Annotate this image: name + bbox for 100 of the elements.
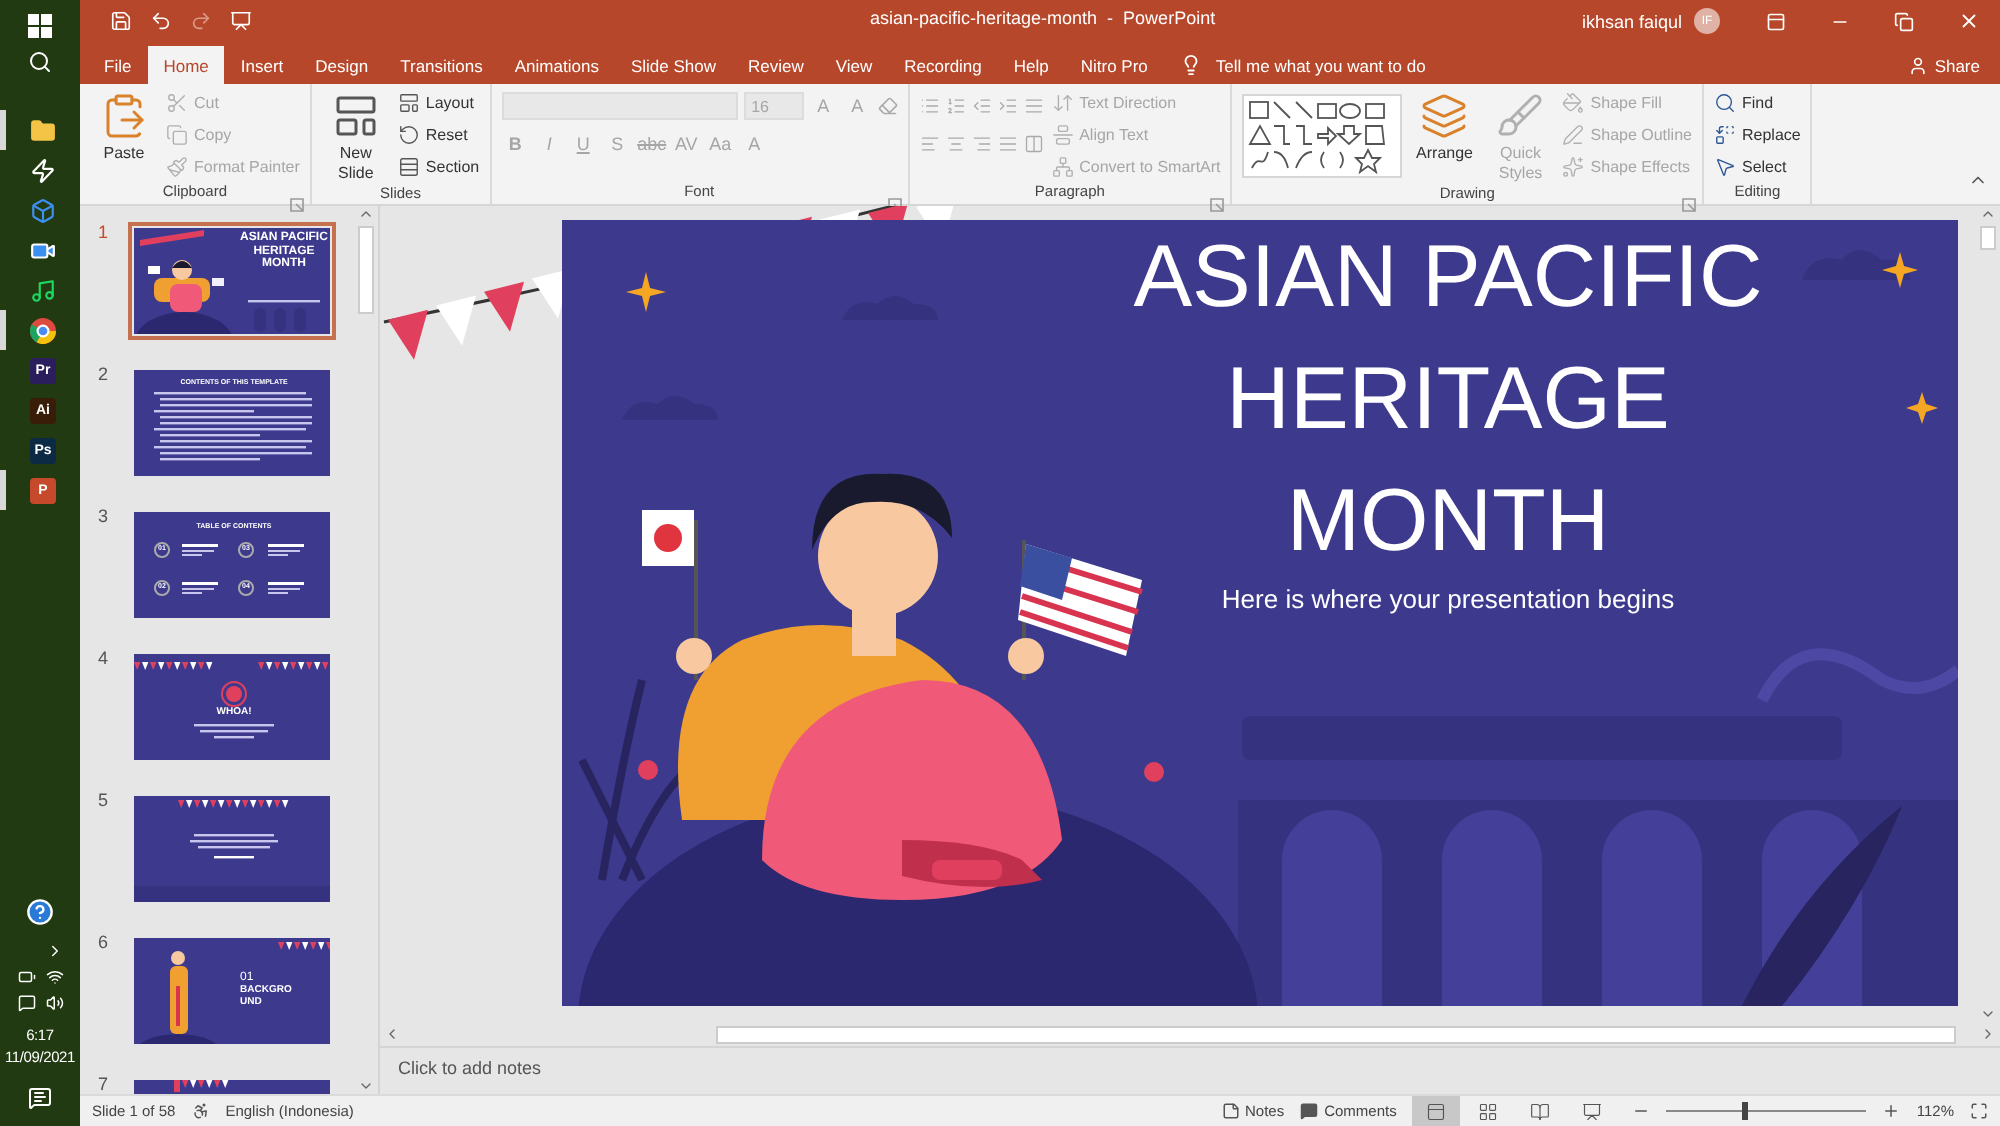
scroll-up-icon[interactable] — [358, 206, 374, 222]
slide-number: 1 — [96, 222, 111, 246]
close-icon — [1957, 10, 1979, 32]
tell-me-field[interactable]: Tell me what you want to do — [1211, 53, 1512, 77]
view-button[interactable] — [1412, 1096, 1461, 1126]
ribbon-button[interactable]: Arrange — [1410, 88, 1479, 164]
box-icon[interactable] — [30, 197, 56, 223]
numbering-icon — [945, 96, 966, 116]
browser-icon[interactable] — [30, 317, 56, 343]
indent-decrease-icon — [971, 96, 992, 116]
slide-number: 2 — [96, 364, 111, 388]
align-left-icon — [919, 134, 940, 154]
scroll-down-icon[interactable] — [358, 1078, 374, 1094]
brush-icon — [1496, 92, 1545, 140]
text-line-drawing — [248, 300, 320, 304]
slide-layout-icon — [331, 92, 380, 140]
ribbon-button[interactable]: Replace — [1713, 120, 1801, 150]
sparkles-icon — [1562, 156, 1585, 178]
network-icon — [1051, 156, 1074, 178]
scroll-left-icon[interactable] — [384, 1026, 400, 1042]
speaker-icon — [45, 994, 63, 1012]
accessibility-icon[interactable] — [191, 1102, 210, 1120]
zoom-thumb[interactable] — [1742, 1102, 1749, 1120]
slide-art-drawing — [174, 1080, 230, 1092]
folder-icon[interactable] — [30, 117, 56, 143]
paint-bucket-icon — [1562, 92, 1585, 114]
ribbon-button[interactable]: Layout — [397, 88, 480, 118]
grid-view-icon — [1478, 1101, 1499, 1121]
scroll-right-icon[interactable] — [1980, 1026, 1996, 1042]
slide-title[interactable]: ASIAN PACIFIC HERITAGE MONTH — [1098, 216, 1798, 582]
zoom-in-icon[interactable] — [1882, 1102, 1901, 1120]
ribbon-tab[interactable]: Help — [997, 46, 1065, 84]
scrollbar-thumb[interactable] — [1980, 226, 1996, 250]
ribbon-tab[interactable]: Review — [731, 46, 820, 84]
user-name: ikhsan faiqul — [1581, 11, 1682, 31]
scrollbar-thumb[interactable] — [358, 226, 374, 314]
slide-number: 6 — [96, 932, 111, 956]
scroll-down-icon[interactable] — [1980, 1006, 1996, 1022]
text-direction-icon — [1051, 92, 1074, 114]
rows-icon — [397, 156, 420, 178]
slide-number: 4 — [96, 648, 111, 672]
ribbon-tab[interactable]: Slide Show — [614, 46, 732, 84]
ribbon-tab[interactable]: Home — [147, 46, 225, 84]
presentation-icon — [229, 10, 251, 32]
fit-icon[interactable] — [1970, 1102, 1988, 1120]
person-icon — [1908, 55, 1929, 75]
wifi-icon — [45, 968, 63, 986]
copy-icon — [166, 124, 188, 146]
ribbon-tab[interactable]: Transitions — [384, 46, 499, 84]
notes-icon — [1221, 1102, 1239, 1120]
ribbon-tab[interactable]: File — [88, 46, 148, 84]
music-icon[interactable] — [30, 277, 56, 303]
layers-icon — [1420, 92, 1469, 140]
columns-icon — [1023, 134, 1044, 154]
presentation-icon — [1582, 1101, 1603, 1121]
search-icon[interactable] — [28, 50, 52, 74]
share-button[interactable]: Share — [1908, 46, 1980, 84]
clear-format-icon — [877, 96, 898, 116]
ribbon-tab[interactable]: Recording — [888, 46, 998, 84]
reset-icon — [397, 124, 420, 146]
redo-icon — [189, 10, 211, 32]
scroll-up-icon[interactable] — [1980, 206, 1996, 222]
align-right-icon — [971, 134, 992, 154]
comment-icon — [1300, 1102, 1319, 1120]
ribbon-tab[interactable]: Animations — [498, 46, 615, 84]
pointer-icon — [1713, 156, 1736, 178]
notification-icon[interactable] — [28, 1086, 52, 1110]
ribbon-button[interactable]: Section — [397, 152, 480, 182]
bolt-icon[interactable] — [30, 157, 56, 183]
slide-layout-icon — [397, 92, 420, 114]
ribbon-tab[interactable]: View — [819, 46, 889, 84]
restore-icon — [1894, 11, 1914, 31]
ribbon-button[interactable]: New Slide — [321, 88, 390, 184]
text-lines-drawing — [182, 544, 306, 600]
video-camera-icon[interactable] — [30, 237, 56, 263]
ribbon-tab[interactable]: Design — [299, 46, 385, 84]
window-title: asian-pacific-heritage-month - PowerPoint — [870, 8, 1216, 28]
scrollbar-thumb[interactable] — [716, 1025, 1956, 1043]
align-icon — [1051, 124, 1074, 146]
ribbon-button[interactable]: Paste — [90, 88, 158, 164]
normal-view-icon — [1426, 1101, 1447, 1121]
align-center-icon — [945, 134, 966, 154]
save-icon — [109, 10, 131, 32]
slide-subtitle[interactable]: Here is where your presentation begins — [1098, 584, 1798, 614]
ribbon-tab[interactable]: Nitro Pro — [1064, 46, 1164, 84]
help-icon[interactable] — [26, 898, 54, 926]
paintbrush-icon — [166, 156, 188, 178]
ribbon-button[interactable]: Find — [1713, 88, 1801, 118]
chat-icon — [17, 994, 35, 1012]
justify-icon — [997, 134, 1018, 154]
line-spacing-icon — [1023, 96, 1044, 116]
start-icon[interactable] — [28, 14, 52, 38]
ribbon-button[interactable]: Reset — [397, 120, 480, 150]
pen-icon — [1562, 124, 1585, 146]
indent-increase-icon — [997, 96, 1018, 116]
slide-number: 7 — [96, 1074, 111, 1094]
scissors-icon — [166, 92, 188, 114]
ribbon-button[interactable]: Select — [1713, 152, 1801, 182]
ribbon-tab[interactable]: Insert — [224, 46, 300, 84]
search-icon — [1713, 92, 1736, 114]
